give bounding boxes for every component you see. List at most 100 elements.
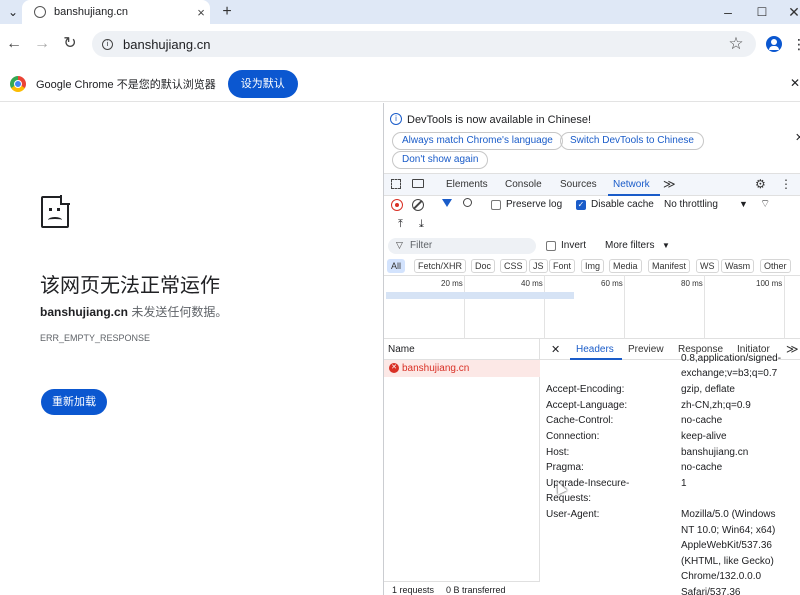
- reload-page-button[interactable]: 重新加载: [41, 389, 107, 415]
- close-detail-icon[interactable]: ✕: [551, 343, 560, 356]
- network-conditions-icon[interactable]: ⌔: [760, 197, 770, 211]
- request-row[interactable]: ✕ banshujiang.cn: [384, 360, 540, 377]
- profile-avatar-icon[interactable]: [766, 36, 782, 52]
- timeline-tick: 60 ms: [601, 279, 623, 288]
- type-filter-img[interactable]: Img: [581, 259, 605, 273]
- detail-tab-preview[interactable]: Preview: [628, 344, 664, 355]
- type-filter-other[interactable]: Other: [760, 259, 791, 273]
- tab-strip: ⌄ banshujiang.cn × + – ☐ ✕: [0, 0, 800, 24]
- menu-kebab-icon[interactable]: ⋮: [792, 36, 800, 52]
- type-filter-font[interactable]: Font: [549, 259, 576, 273]
- device-toolbar-icon[interactable]: [412, 179, 424, 188]
- globe-icon: [34, 6, 46, 18]
- set-default-button[interactable]: 设为默认: [227, 69, 298, 98]
- type-filter-js[interactable]: JS: [529, 259, 548, 273]
- request-list: Name ✕ banshujiang.cn: [384, 339, 540, 595]
- filter-funnel-icon[interactable]: [442, 199, 452, 207]
- error-title: 该网页无法正常运作: [40, 275, 220, 297]
- url-text: banshujiang.cn: [123, 36, 211, 52]
- disable-cache-label: Disable cache: [591, 199, 654, 210]
- header-key: User-Agent:: [546, 509, 600, 520]
- error-code: ERR_EMPTY_RESPONSE: [40, 333, 151, 343]
- chrome-logo-icon: [10, 75, 26, 92]
- devtools-banner-text: DevTools is now available in Chinese!: [407, 114, 592, 126]
- browser-toolbar: ← → ↻ i banshujiang.cn ☆ ⋮: [0, 24, 800, 64]
- search-icon[interactable]: [463, 198, 472, 207]
- header-key: Cache-Control:: [546, 415, 614, 426]
- header-value: 0.8,application/signed-: [681, 353, 782, 364]
- devtools-menu-icon[interactable]: ⋮: [780, 177, 792, 191]
- header-value: (KHTML, like Gecko): [681, 556, 774, 567]
- minimize-button[interactable]: –: [718, 2, 738, 22]
- type-filter-media[interactable]: Media: [609, 259, 642, 273]
- infobar-close-icon[interactable]: ✕: [790, 76, 800, 90]
- tab-elements[interactable]: Elements: [446, 179, 488, 190]
- type-filter-doc[interactable]: Doc: [471, 259, 496, 273]
- disable-cache-checkbox[interactable]: ✓: [576, 200, 586, 210]
- timeline-request-bar: [386, 292, 574, 299]
- more-filters-button[interactable]: More filters: [605, 240, 654, 251]
- tab-network[interactable]: Network: [613, 179, 650, 190]
- tab-search-icon[interactable]: ⌄: [4, 2, 22, 22]
- back-button[interactable]: ←: [4, 34, 24, 54]
- throttling-dropdown-icon[interactable]: ▼: [739, 199, 748, 209]
- reload-button[interactable]: ↻: [60, 34, 80, 54]
- tab-close-icon[interactable]: ×: [192, 5, 210, 20]
- browser-tab[interactable]: banshujiang.cn ×: [22, 0, 210, 24]
- site-info-icon[interactable]: i: [102, 38, 113, 50]
- more-detail-tabs-icon[interactable]: ≫: [786, 342, 799, 356]
- transferred-size: 0 B transferred: [446, 585, 506, 595]
- dont-show-again-button[interactable]: Don't show again: [392, 151, 489, 169]
- import-har-icon[interactable]: ⤒: [398, 218, 403, 231]
- settings-gear-icon[interactable]: ⚙: [755, 177, 766, 191]
- type-filter-ws[interactable]: WS: [696, 259, 719, 273]
- sad-page-icon: [41, 195, 70, 228]
- export-har-icon[interactable]: ⤓: [419, 218, 424, 231]
- type-filter-all[interactable]: All: [387, 259, 406, 273]
- devtools-panel: i DevTools is now available in Chinese! …: [383, 103, 800, 595]
- header-value: Safari/537.36: [681, 587, 741, 595]
- header-value: 1: [681, 478, 687, 489]
- request-count: 1 requests: [392, 585, 435, 595]
- preserve-log-checkbox[interactable]: [491, 200, 501, 210]
- forward-button[interactable]: →: [32, 34, 52, 54]
- error-description: banshujiang.cn 未发送任何数据。: [40, 303, 227, 320]
- throttling-select[interactable]: No throttling: [664, 199, 718, 210]
- clear-icon[interactable]: [412, 199, 424, 211]
- switch-to-chinese-button[interactable]: Switch DevTools to Chinese: [560, 132, 704, 150]
- banner-close-icon[interactable]: ✕: [795, 131, 800, 144]
- devtools-tabbar: Elements Console Sources Network ≫ ⚙ ⋮: [384, 173, 800, 196]
- more-filters-dropdown-icon[interactable]: ▼: [662, 241, 670, 250]
- active-tab-indicator: [608, 194, 660, 196]
- inspect-element-icon[interactable]: [391, 179, 401, 189]
- more-tabs-icon[interactable]: ≫: [663, 177, 676, 191]
- name-column-header[interactable]: Name: [384, 339, 540, 360]
- maximize-button[interactable]: ☐: [752, 2, 772, 22]
- active-detail-indicator: [570, 358, 622, 360]
- record-stop-icon[interactable]: [391, 199, 403, 211]
- filter-input[interactable]: ▽ Filter: [388, 238, 536, 254]
- type-filter-css[interactable]: CSS: [500, 259, 527, 273]
- timeline-tick: 40 ms: [521, 279, 543, 288]
- tab-sources[interactable]: Sources: [560, 179, 597, 190]
- address-bar[interactable]: i banshujiang.cn: [92, 31, 756, 57]
- header-value: exchange;v=b3;q=0.7: [681, 368, 778, 379]
- type-filter-manifest[interactable]: Manifest: [648, 259, 691, 273]
- header-value: no-cache: [681, 462, 723, 473]
- invert-checkbox[interactable]: [546, 241, 556, 251]
- new-tab-button[interactable]: +: [218, 2, 236, 22]
- header-value: Chrome/132.0.0.0: [681, 571, 762, 582]
- error-host: banshujiang.cn: [40, 305, 129, 319]
- type-filter-wasm[interactable]: Wasm: [721, 259, 755, 273]
- header-key: Pragma:: [546, 462, 584, 473]
- info-icon: i: [390, 113, 402, 125]
- detail-tab-headers[interactable]: Headers: [576, 344, 614, 355]
- header-value: keep-alive: [681, 431, 727, 442]
- type-filter-fetch[interactable]: Fetch/XHR: [414, 259, 467, 273]
- close-window-button[interactable]: ✕: [784, 2, 800, 22]
- bookmark-star-icon[interactable]: ☆: [726, 34, 746, 54]
- tab-console[interactable]: Console: [505, 179, 542, 190]
- preserve-log-label: Preserve log: [506, 199, 563, 210]
- always-match-language-button[interactable]: Always match Chrome's language: [392, 132, 563, 150]
- header-value: banshujiang.cn: [681, 447, 749, 458]
